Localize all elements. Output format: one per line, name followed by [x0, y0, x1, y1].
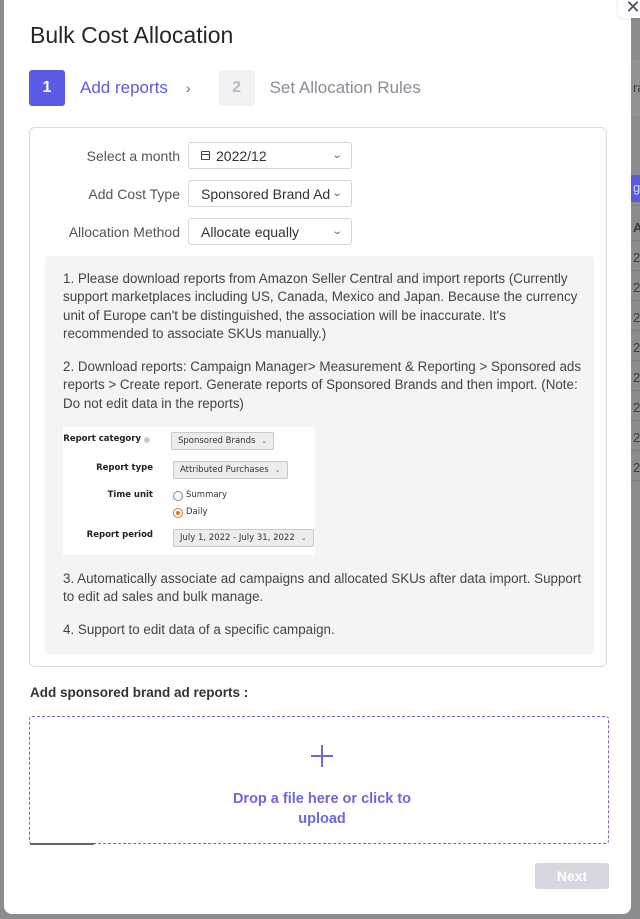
ref-report-category-value: Sponsored Brands	[178, 436, 256, 446]
cost-type-value: Sponsored Brand Ad	[201, 185, 331, 202]
info-icon	[144, 437, 150, 443]
background-text: A	[633, 220, 640, 235]
stepper: 1 Add reports › 2 Set Allocation Rules	[29, 70, 421, 106]
upload-section-label: Add sponsored brand ad reports :	[30, 685, 249, 700]
allocation-method-value: Allocate equally	[201, 223, 300, 240]
ref-time-unit-option-daily: Daily	[186, 507, 208, 517]
month-label: Select a month	[86, 147, 180, 164]
cost-type-select[interactable]: Sponsored Brand Ad ⌄	[188, 180, 352, 207]
background-text: 20	[633, 370, 640, 385]
step-1-label[interactable]: Add reports	[80, 78, 168, 98]
chevron-down-icon: ⌄	[331, 150, 343, 161]
background-divider	[631, 330, 640, 331]
background-text: 20	[633, 340, 640, 355]
chevron-down-icon: ⌄	[274, 466, 281, 474]
chevron-down-icon: ⌄	[331, 226, 343, 237]
allocation-method-select[interactable]: Allocate equally ⌄	[188, 218, 352, 245]
ref-report-type-label: Report type	[96, 463, 153, 473]
ref-report-period-value: July 1, 2022 - July 31, 2022	[180, 533, 295, 543]
ref-report-type-select: Attributed Purchases ⌄	[173, 461, 288, 479]
step-2-label[interactable]: Set Allocation Rules	[270, 78, 421, 98]
background-divider	[631, 360, 640, 361]
background-divider	[631, 420, 640, 421]
background-divider	[631, 390, 640, 391]
ref-report-period-select: July 1, 2022 - July 31, 2022 ⌄	[173, 529, 314, 547]
step-2-number[interactable]: 2	[218, 70, 255, 106]
chevron-down-icon: ⌄	[300, 534, 307, 542]
instruction-3: 3. Automatically associate ad campaigns …	[63, 571, 582, 605]
chevron-down-icon: ⌄	[331, 188, 343, 199]
cost-type-row: Add Cost Type Sponsored Brand Ad ⌄	[30, 180, 352, 207]
instructions-box: 1. Please download reports from Amazon S…	[45, 256, 594, 654]
month-value: 2022/12	[216, 147, 267, 164]
background-text: 20	[633, 460, 640, 475]
close-icon: ✕	[625, 0, 640, 17]
ref-time-unit-option-summary: Summary	[186, 490, 228, 500]
upload-progress-underline	[30, 843, 94, 845]
background-divider	[631, 300, 640, 301]
background-divider	[631, 480, 640, 481]
bulk-cost-allocation-modal: Bulk Cost Allocation ✕ 1 Add reports › 2…	[4, 0, 640, 914]
settings-panel: Select a month 2022/12 ⌄ Add Cost Type S…	[29, 127, 607, 667]
radio-unselected-icon	[173, 491, 183, 501]
instruction-1: 1. Please download reports from Amazon S…	[63, 271, 578, 342]
background-divider	[631, 205, 640, 206]
background-divider	[631, 450, 640, 451]
chevron-right-icon: ›	[185, 80, 191, 96]
instruction-2: 2. Download reports: Campaign Manager> M…	[63, 359, 582, 411]
modal-title: Bulk Cost Allocation	[30, 22, 234, 48]
background-text: 20	[633, 400, 640, 415]
allocation-method-row: Allocation Method Allocate equally ⌄	[30, 218, 352, 245]
calendar-icon	[201, 151, 210, 160]
month-picker[interactable]: 2022/12 ⌄	[188, 142, 352, 169]
upload-instruction-text: Drop a file here or click to upload	[232, 791, 412, 827]
close-button[interactable]: ✕	[618, 0, 640, 18]
background-divider	[631, 240, 640, 241]
ref-report-category-label: Report category	[63, 434, 141, 444]
month-row: Select a month 2022/12 ⌄	[30, 142, 352, 169]
plus-icon	[311, 745, 333, 767]
ref-report-category-select: Sponsored Brands ⌄	[171, 432, 275, 450]
background-divider	[631, 270, 640, 271]
file-upload-dropzone[interactable]: Drop a file here or click to upload	[29, 716, 609, 845]
ref-report-period-label: Report period	[86, 530, 153, 540]
background-text: ra	[633, 80, 640, 95]
chevron-down-icon: ⌄	[261, 437, 268, 445]
ref-report-type-value: Attributed Purchases	[180, 465, 269, 475]
ref-time-unit-label: Time unit	[107, 490, 153, 500]
background-text: 20	[633, 280, 640, 295]
background-text: 20	[633, 310, 640, 325]
cost-type-label: Add Cost Type	[88, 185, 180, 202]
step-1-number[interactable]: 1	[29, 70, 65, 106]
radio-selected-icon	[173, 508, 183, 518]
instruction-4: 4. Support to edit data of a specific ca…	[63, 622, 335, 637]
background-text: g	[633, 180, 640, 195]
reference-screenshot: Report category Sponsored Brands ⌄ Repor…	[63, 427, 315, 555]
background-text: 20	[633, 250, 640, 265]
next-button[interactable]: Next	[535, 863, 609, 889]
allocation-method-label: Allocation Method	[68, 223, 180, 240]
background-text: 20	[633, 430, 640, 445]
